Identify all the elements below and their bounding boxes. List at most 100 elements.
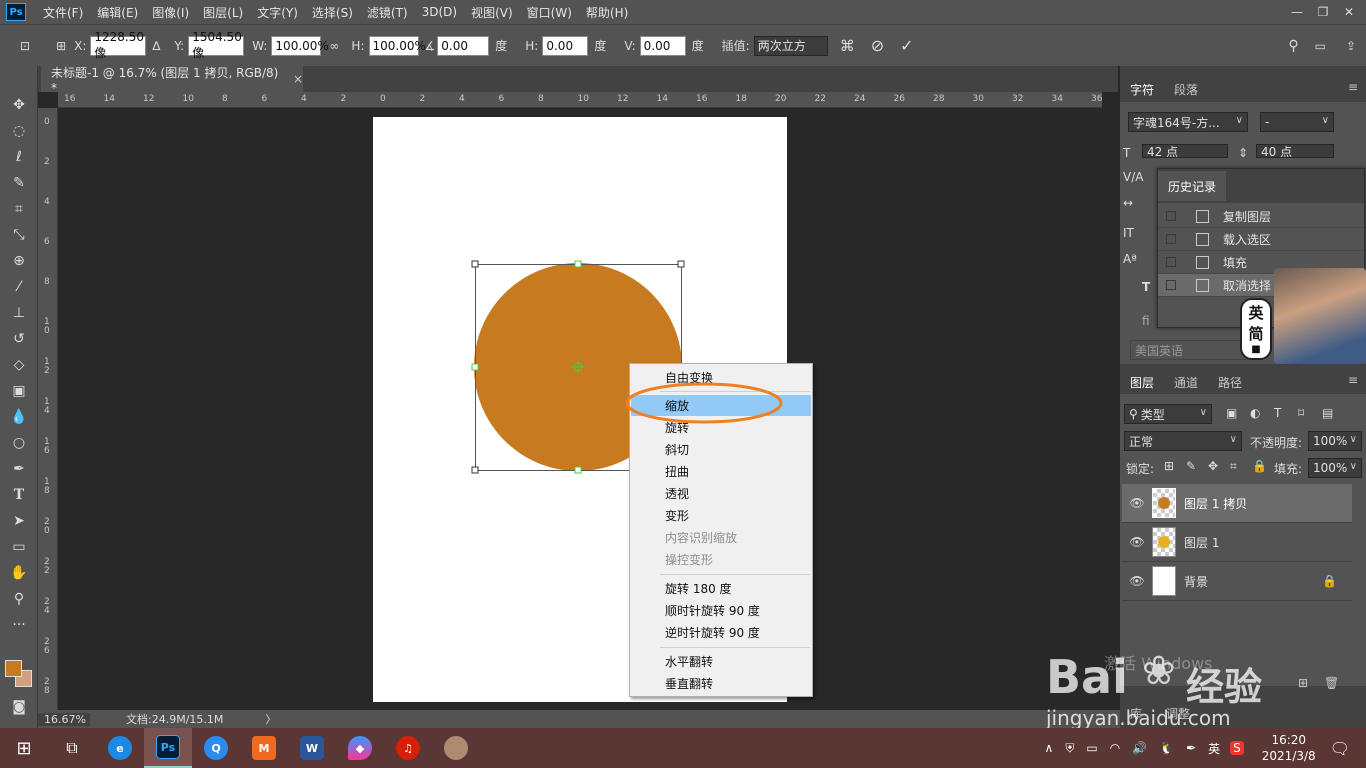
menu-3d[interactable]: 3D(D) (415, 5, 464, 19)
opacity-input[interactable]: 100% ∨ (1308, 431, 1362, 451)
document-tab[interactable]: 未标题-1 @ 16.7% (图层 1 拷贝, RGB/8) * × (41, 66, 303, 95)
pen-tool-icon[interactable]: ✒ (0, 456, 38, 482)
menu-layer[interactable]: 图层(L) (196, 4, 250, 21)
layer-name[interactable]: 图层 1 (1184, 534, 1219, 551)
qq-icon[interactable]: 🐧 (1159, 741, 1174, 755)
vskew-input[interactable]: 0.00 (639, 35, 686, 56)
angle-input[interactable]: 0.00 (437, 35, 490, 56)
tab-paths[interactable]: 路径 (1218, 374, 1242, 391)
path-select-tool-icon[interactable]: ➤ (0, 508, 38, 534)
notification-icon[interactable]: 🗨 (1330, 739, 1350, 758)
blend-mode-select[interactable]: 正常 ∨ (1124, 431, 1242, 451)
blur-tool-icon[interactable]: 💧 (0, 404, 38, 430)
visibility-eye-icon[interactable]: 👁 (1122, 535, 1152, 549)
context-menu-item[interactable]: 垂直翻转 (631, 673, 811, 694)
context-menu-item[interactable]: 斜切 (631, 439, 811, 460)
tab-layers[interactable]: 图层 (1130, 374, 1154, 391)
taskbar-app-browser[interactable]: Q (192, 728, 240, 768)
menu-filter[interactable]: 滤镜(T) (360, 4, 415, 21)
taskbar-app-video[interactable]: M (240, 728, 288, 768)
menu-file[interactable]: 文件(F) (36, 4, 90, 21)
task-view-button[interactable]: ⧉ (48, 728, 96, 768)
taskbar-app-photoshop[interactable]: Ps (144, 728, 192, 768)
ime-toolbar[interactable]: 英 简 ■ (1240, 298, 1272, 360)
h-input[interactable]: 100.00% (368, 35, 426, 56)
close-icon[interactable]: ✕ (1336, 2, 1362, 22)
context-menu-item[interactable]: 透视 (631, 483, 811, 504)
marquee-tool-icon[interactable]: ◌ (0, 118, 38, 144)
menu-select[interactable]: 选择(S) (305, 4, 360, 21)
quick-select-tool-icon[interactable]: ✎ (0, 170, 38, 196)
fill-input[interactable]: 100% ∨ (1308, 458, 1362, 478)
filter-smart-icon[interactable]: ▤ (1322, 406, 1333, 420)
search-icon[interactable]: ⚲ (1288, 38, 1298, 54)
display-icon[interactable]: ▭ (1086, 741, 1097, 755)
healing-tool-icon[interactable]: ⊕ (0, 248, 38, 274)
language-select[interactable]: 美国英语 (1130, 340, 1250, 360)
taskbar-app-drop[interactable]: ◆ (336, 728, 384, 768)
crop-tool-icon[interactable]: ⌗ (0, 196, 38, 222)
history-tab[interactable]: 历史记录 (1158, 171, 1226, 201)
tray-expand-icon[interactable]: ∧ (1045, 741, 1054, 755)
taskbar-app-photo[interactable] (432, 728, 480, 768)
hand-tool-icon[interactable]: ✋ (0, 560, 38, 586)
rectangle-tool-icon[interactable]: ▭ (0, 534, 38, 560)
y-input[interactable]: 1504.50 像 (188, 30, 245, 60)
menu-help[interactable]: 帮助(H) (579, 4, 635, 21)
lock-pixels-icon[interactable]: ✎ (1186, 459, 1196, 473)
layer-filter-select[interactable]: ⚲ 类型 ∨ (1124, 404, 1212, 424)
taskbar-app-word[interactable]: W (288, 728, 336, 768)
lock-position-icon[interactable]: ✥ (1208, 459, 1218, 473)
interp-select[interactable]: 两次立方 (753, 35, 828, 56)
layer-row[interactable]: 👁 图层 1 拷贝 (1122, 484, 1352, 523)
x-input[interactable]: 1228.50 像 (90, 30, 147, 60)
quick-mask-icon[interactable]: ◙ (0, 694, 38, 720)
move-tool-icon[interactable]: ✥ (0, 92, 38, 118)
tab-library[interactable]: 库 (1130, 705, 1142, 722)
start-button[interactable]: ⊞ (0, 728, 48, 768)
filter-adjust-icon[interactable]: ◐ (1250, 406, 1260, 420)
volume-icon[interactable]: 🔊 (1132, 741, 1147, 755)
context-menu-item[interactable]: 旋转 (631, 417, 811, 438)
hskew-input[interactable]: 0.00 (542, 35, 589, 56)
reference-point-icon[interactable]: ⊞ (56, 39, 66, 53)
font-family-select[interactable]: 字魂164号-方... ∨ (1128, 112, 1248, 132)
type-tool-icon[interactable]: T (0, 482, 38, 508)
layer-name[interactable]: 背景 (1184, 573, 1208, 590)
delete-layer-icon[interactable]: 🗑 (1324, 676, 1339, 690)
menu-image[interactable]: 图像(I) (145, 4, 196, 21)
context-menu-item[interactable]: 缩放 (631, 395, 811, 416)
stamp-tool-icon[interactable]: ⊥ (0, 300, 38, 326)
transform-tool-icon[interactable]: ⊡ (20, 39, 30, 53)
panel-menu-icon[interactable]: ≡ (1348, 80, 1358, 94)
filter-image-icon[interactable]: ▣ (1226, 406, 1237, 420)
context-menu-item[interactable]: 自由变换 (631, 367, 811, 388)
visibility-eye-icon[interactable]: 👁 (1122, 574, 1152, 588)
taskbar-app-music[interactable]: ♫ (384, 728, 432, 768)
layer-row[interactable]: 👁 图层 1 (1122, 523, 1352, 562)
lasso-tool-icon[interactable]: ℓ (0, 144, 38, 170)
delta-icon[interactable]: ∆ (152, 39, 160, 53)
link-icon[interactable]: ∞ (329, 39, 339, 53)
taskbar-app-ie[interactable]: e (96, 728, 144, 768)
filter-shape-icon[interactable]: ⌑ (1298, 406, 1304, 420)
layer-name[interactable]: 图层 1 拷贝 (1184, 495, 1247, 512)
menu-window[interactable]: 窗口(W) (520, 4, 579, 21)
eraser-tool-icon[interactable]: ◇ (0, 352, 38, 378)
network-icon[interactable]: ◠ (1110, 741, 1120, 755)
visibility-eye-icon[interactable]: 👁 (1122, 496, 1152, 510)
history-item[interactable]: 载入选区 (1158, 228, 1364, 251)
foreground-color-swatch[interactable] (5, 660, 22, 677)
tab-adjustments[interactable]: 调整 (1166, 705, 1190, 722)
zoom-tool-icon[interactable]: ⚲ (0, 586, 38, 612)
restore-icon[interactable]: ❐ (1310, 2, 1336, 22)
layers-menu-icon[interactable]: ≡ (1348, 373, 1358, 387)
more-tools-icon[interactable]: ··· (0, 612, 38, 638)
eyedropper-tool-icon[interactable]: ⤡ (0, 222, 38, 248)
new-layer-icon[interactable]: ⊞ (1298, 676, 1308, 690)
lock-all-icon[interactable]: 🔒 (1252, 459, 1267, 473)
w-input[interactable]: 100.00% (271, 35, 329, 56)
context-menu-item[interactable]: 逆时针旋转 90 度 (631, 622, 811, 643)
ime-indicator[interactable]: 英 (1208, 740, 1220, 757)
pen-icon[interactable]: ✒ (1186, 741, 1196, 755)
